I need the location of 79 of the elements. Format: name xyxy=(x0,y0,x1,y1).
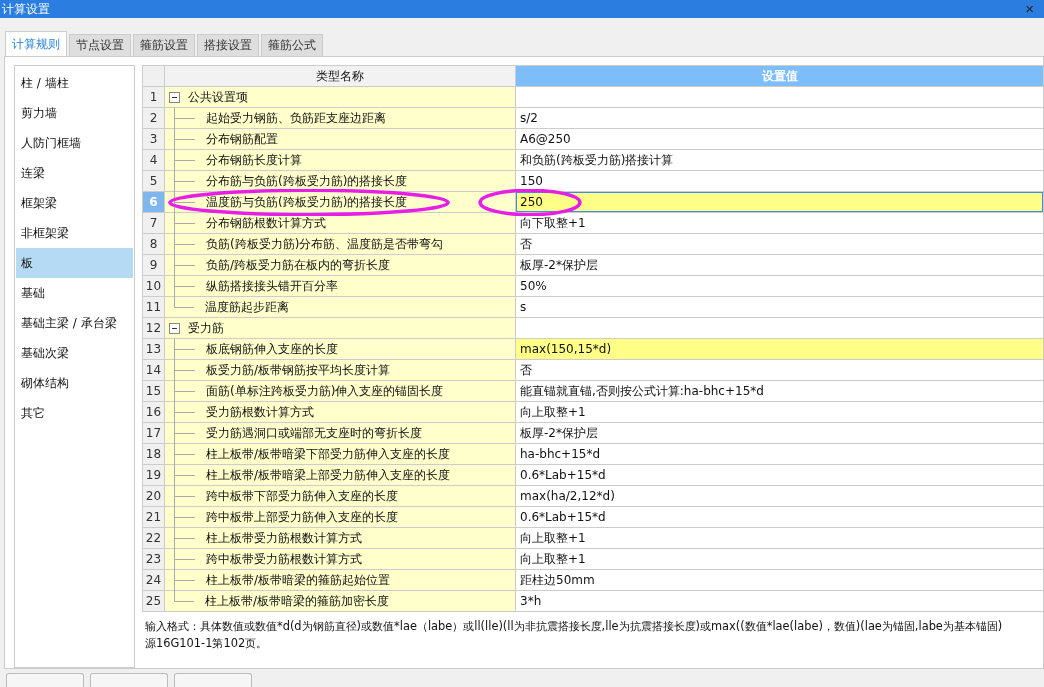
row-number: 7 xyxy=(143,213,165,234)
value-cell[interactable]: 板厚-2*保护层 xyxy=(516,423,1043,444)
category-item[interactable]: 非框架梁 xyxy=(16,218,133,248)
column-header[interactable]: 类型名称 xyxy=(165,66,516,87)
name-cell: 板底钢筋伸入支座的长度 xyxy=(165,339,516,360)
category-item[interactable]: 基础 xyxy=(16,278,133,308)
category-item[interactable]: 基础主梁 / 承台梁 xyxy=(16,308,133,338)
input-hint: 输入格式：具体数值或数值*d(d为钢筋直径)或数值*lae（labe）或ll(lle)(ll为非抗震搭接长度,lle为抗震搭接长度)或max((数值*lae(labe)，数值)(lae为锚固,labe为基本锚固) 源16G101-1第102页。 xyxy=(144,618,1004,652)
category-item[interactable]: 剪力墙 xyxy=(16,98,133,128)
window-title: 计算设置 xyxy=(2,0,50,18)
name-cell: 板受力筋/板带钢筋按平均长度计算 xyxy=(165,360,516,381)
row-number: 14 xyxy=(143,360,165,381)
row-number: 13 xyxy=(143,339,165,360)
name-cell: 跨中板带下部受力筋伸入支座的长度 xyxy=(165,486,516,507)
name-cell: 分布钢筋根数计算方式 xyxy=(165,213,516,234)
name-cell: 起始受力钢筋、负筋距支座边距离 xyxy=(165,108,516,129)
name-cell: 分布钢筋配置 xyxy=(165,129,516,150)
row-number: 18 xyxy=(143,444,165,465)
name-cell: 柱上板带/板带暗梁下部受力筋伸入支座的长度 xyxy=(165,444,516,465)
name-cell: 面筋(单标注跨板受力筋)伸入支座的锚固长度 xyxy=(165,381,516,402)
row-number: 15 xyxy=(143,381,165,402)
value-cell[interactable]: 250 xyxy=(516,192,1043,213)
row-number: 6 xyxy=(143,192,165,213)
tab[interactable]: 箍筋设置 xyxy=(133,34,195,56)
row-number: 10 xyxy=(143,276,165,297)
name-cell: 柱上板带/板带暗梁上部受力筋伸入支座的长度 xyxy=(165,465,516,486)
row-number: 12 xyxy=(143,318,165,339)
tab[interactable]: 节点设置 xyxy=(69,34,131,56)
collapse-icon[interactable] xyxy=(169,322,180,334)
row-number: 9 xyxy=(143,255,165,276)
name-cell: 公共设置项 xyxy=(165,87,516,108)
row-number: 5 xyxy=(143,171,165,192)
name-cell: 负筋(跨板受力筋)分布筋、温度筋是否带弯勾 xyxy=(165,234,516,255)
row-number: 20 xyxy=(143,486,165,507)
row-number: 23 xyxy=(143,549,165,570)
category-item[interactable]: 人防门框墙 xyxy=(16,128,133,158)
row-number: 11 xyxy=(143,297,165,318)
row-number: 17 xyxy=(143,423,165,444)
name-cell: 跨中板带上部受力筋伸入支座的长度 xyxy=(165,507,516,528)
row-number: 3 xyxy=(143,129,165,150)
category-item[interactable]: 基础次梁 xyxy=(16,338,133,368)
category-item[interactable]: 框架梁 xyxy=(16,188,133,218)
name-cell: 受力筋根数计算方式 xyxy=(165,402,516,423)
tab[interactable]: 搭接设置 xyxy=(197,34,259,56)
close-button[interactable]: × xyxy=(1021,1,1038,17)
row-number: 4 xyxy=(143,150,165,171)
name-cell: 纵筋搭接接头错开百分率 xyxy=(165,276,516,297)
category-item[interactable]: 砌体结构 xyxy=(16,368,133,398)
row-number: 22 xyxy=(143,528,165,549)
value-cell[interactable]: max(150,15*d) xyxy=(516,339,1043,360)
row-number: 2 xyxy=(143,108,165,129)
name-cell: 分布钢筋长度计算 xyxy=(165,150,516,171)
row-number: 8 xyxy=(143,234,165,255)
dialog-button[interactable] xyxy=(174,673,252,687)
row-number: 1 xyxy=(143,87,165,108)
category-item[interactable]: 连梁 xyxy=(16,158,133,188)
dialog-button[interactable] xyxy=(6,673,84,687)
name-cell: 受力筋 xyxy=(165,318,516,339)
category-item[interactable]: 板 xyxy=(16,248,133,278)
name-cell: 分布筋与负筋(跨板受力筋)的搭接长度 xyxy=(165,171,516,192)
name-cell: 柱上板带/板带暗梁的箍筋加密长度 xyxy=(165,591,516,612)
tab[interactable]: 箍筋公式 xyxy=(261,34,323,56)
row-number: 16 xyxy=(143,402,165,423)
collapse-icon[interactable] xyxy=(169,91,180,103)
name-cell: 跨中板带受力筋根数计算方式 xyxy=(165,549,516,570)
row-number: 19 xyxy=(143,465,165,486)
name-cell: 柱上板带受力筋根数计算方式 xyxy=(165,528,516,549)
row-number: 25 xyxy=(143,591,165,612)
tab[interactable]: 计算规则 xyxy=(5,31,67,56)
name-cell: 负筋/跨板受力筋在板内的弯折长度 xyxy=(165,255,516,276)
row-number: 21 xyxy=(143,507,165,528)
name-cell: 温度筋起步距离 xyxy=(165,297,516,318)
dialog-button[interactable] xyxy=(90,673,168,687)
value-cell[interactable]: 板厚-2*保护层 xyxy=(516,255,1043,276)
category-item[interactable]: 其它 xyxy=(16,398,133,428)
name-cell: 柱上板带/板带暗梁的箍筋起始位置 xyxy=(165,570,516,591)
row-number: 24 xyxy=(143,570,165,591)
category-item[interactable]: 柱 / 墙柱 xyxy=(16,68,133,98)
name-cell: 受力筋遇洞口或端部无支座时的弯折长度 xyxy=(165,423,516,444)
